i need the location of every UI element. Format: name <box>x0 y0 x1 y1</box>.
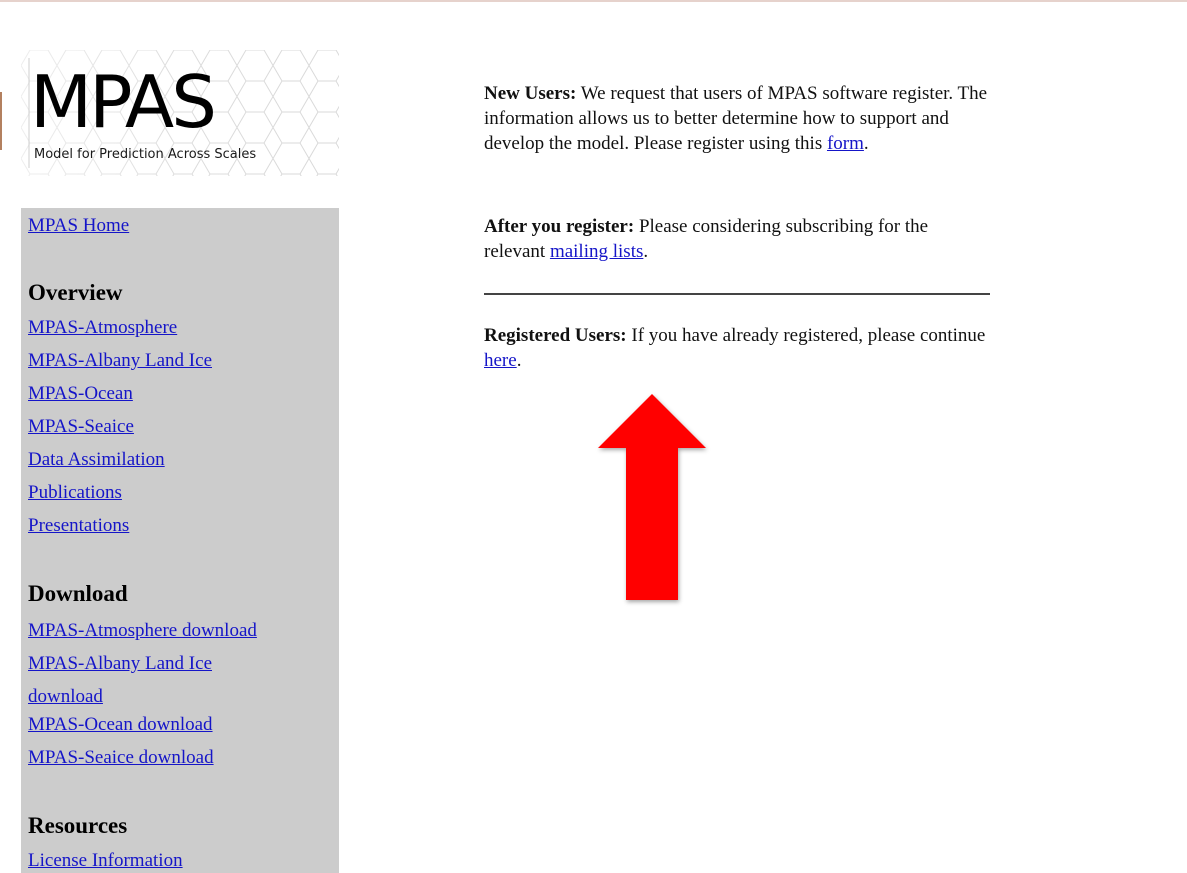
sidebar-link-mpas-home[interactable]: MPAS Home <box>28 209 129 242</box>
registered-users-paragraph: Registered Users: If you have already re… <box>484 323 990 373</box>
new-users-text-end: . <box>863 133 869 154</box>
sidebar-heading-overview: Overview <box>28 280 123 305</box>
sidebar-link-data-assimilation[interactable]: Data Assimilation <box>28 443 165 476</box>
logo-tagline: Model for Prediction Across Scales <box>34 147 257 162</box>
logo-wordmark: MPAS <box>30 60 217 144</box>
mpas-logo: MPAS Model for Prediction Across Scales <box>21 50 339 176</box>
sidebar-link-albany-land-ice-download[interactable]: MPAS-Albany Land Ice download <box>28 647 278 713</box>
sidebar-nav: MPAS Home Overview MPAS-Atmosphere MPAS-… <box>21 208 339 873</box>
after-register-text-end: . <box>643 241 649 262</box>
page: MPAS Model for Prediction Across Scales … <box>0 0 1187 873</box>
mailing-lists-link[interactable]: mailing lists <box>550 241 643 262</box>
sidebar-link-seaice-download[interactable]: MPAS-Seaice download <box>28 741 214 774</box>
after-register-paragraph: After you register: Please considering s… <box>484 214 990 264</box>
up-arrow-icon <box>594 390 714 615</box>
left-edge-mark <box>0 92 2 150</box>
sidebar-link-atmosphere-download[interactable]: MPAS-Atmosphere download <box>28 614 257 647</box>
continue-here-link[interactable]: here <box>484 350 517 371</box>
registered-users-text-end: . <box>516 350 522 371</box>
new-users-paragraph: New Users: We request that users of MPAS… <box>484 81 990 156</box>
sidebar-link-ocean-download[interactable]: MPAS-Ocean download <box>28 708 213 741</box>
registered-users-label: Registered Users: <box>484 325 627 346</box>
sidebar-link-mpas-ocean[interactable]: MPAS-Ocean <box>28 377 133 410</box>
sidebar-link-presentations[interactable]: Presentations <box>28 509 129 542</box>
new-users-label: New Users: <box>484 83 577 104</box>
sidebar-heading-resources: Resources <box>28 813 128 838</box>
sidebar-link-license-information[interactable]: License Information <box>28 844 183 873</box>
sidebar-link-mpas-albany-land-ice[interactable]: MPAS-Albany Land Ice <box>28 344 212 377</box>
sidebar-link-mpas-seaice[interactable]: MPAS-Seaice <box>28 410 134 443</box>
registered-users-text: If you have already registered, please c… <box>626 325 986 346</box>
sidebar-heading-download: Download <box>28 581 128 606</box>
horizontal-divider <box>484 293 990 295</box>
sidebar-link-publications[interactable]: Publications <box>28 476 122 509</box>
sidebar-link-mpas-atmosphere[interactable]: MPAS-Atmosphere <box>28 311 177 344</box>
after-register-label: After you register: <box>484 216 635 237</box>
window-top-edge <box>0 0 1187 2</box>
registration-form-link[interactable]: form <box>827 133 864 154</box>
